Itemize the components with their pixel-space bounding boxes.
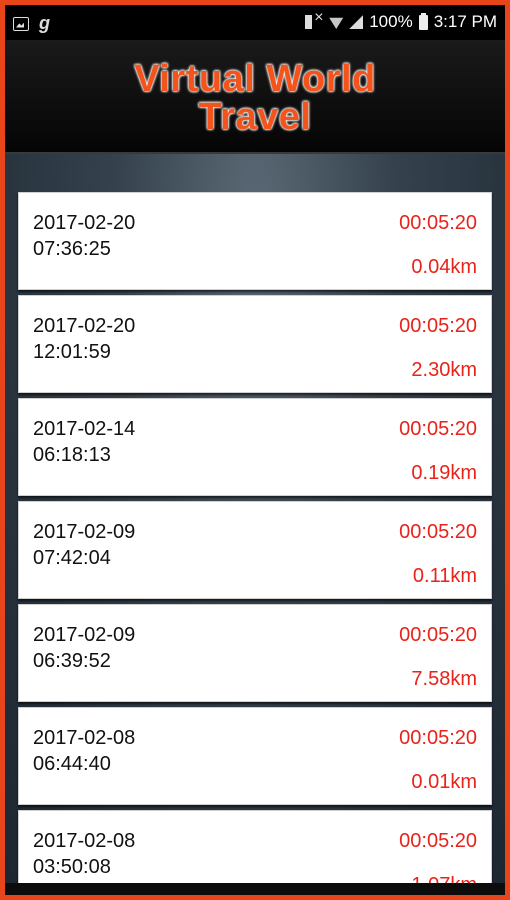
app-title: Virtual World Travel [5,60,505,136]
battery-percent: 100% [369,12,413,31]
trip-distance: 7.58km [411,668,477,690]
title-line-1: Virtual World [134,58,376,100]
trip-duration: 00:05:20 [399,418,477,440]
trip-card[interactable]: 2017-02-20 12:01:59 00:05:20 2.30km [18,295,492,393]
trip-list: 2017-02-20 07:36:25 00:05:20 0.04km 2017-02-… [18,192,492,895]
trip-card[interactable]: 2017-02-09 06:39:52 00:05:20 7.58km [18,604,492,702]
trip-time: 06:44:40 [33,753,111,775]
image-notification-icon [13,16,29,31]
trip-duration: 00:05:20 [399,315,477,337]
g-notification-icon: g [39,13,50,33]
status-bar: g 100% 3:17 PM [5,5,505,40]
trip-date: 2017-02-09 [33,624,136,646]
bottom-edge [5,883,505,895]
trip-duration: 00:05:20 [399,624,477,646]
trip-time: 06:18:13 [33,444,111,466]
trip-time: 12:01:59 [33,341,111,363]
trip-duration: 00:05:20 [399,521,477,543]
trip-distance: 0.11km [412,565,477,587]
trip-time: 06:39:52 [33,650,111,672]
trip-date: 2017-02-08 [33,830,136,852]
battery-icon [418,12,428,30]
trip-time: 07:36:25 [33,238,111,260]
trip-time: 03:50:08 [33,856,111,878]
trip-distance: 2.30km [411,359,477,381]
trip-duration: 00:05:20 [399,727,477,749]
trip-distance: 0.04km [411,256,477,278]
trip-date: 2017-02-20 [33,315,136,337]
app-header: Virtual World Travel [5,40,505,154]
trip-date: 2017-02-08 [33,727,136,749]
wifi-icon [329,17,344,29]
trip-duration: 00:05:20 [399,830,477,852]
mute-icon [305,9,324,29]
trip-date: 2017-02-20 [33,212,136,234]
trip-card[interactable]: 2017-02-08 06:44:40 00:05:20 0.01km [18,707,492,805]
app-frame: g 100% 3:17 PM Virtual World Travel 2017… [5,5,505,895]
trip-distance: 0.01km [411,771,477,793]
trip-card[interactable]: 2017-02-14 06:18:13 00:05:20 0.19km [18,398,492,496]
title-line-2: Travel [198,96,312,138]
status-time: 3:17 PM [433,12,497,31]
signal-icon [349,15,364,29]
trip-distance: 0.19km [411,462,477,484]
trip-date: 2017-02-14 [33,418,136,440]
trip-card[interactable]: 2017-02-20 07:36:25 00:05:20 0.04km [18,192,492,290]
trip-card[interactable]: 2017-02-09 07:42:04 00:05:20 0.11km [18,501,492,599]
trip-date: 2017-02-09 [33,521,136,543]
trip-duration: 00:05:20 [399,212,477,234]
trip-time: 07:42:04 [33,547,111,569]
trip-list-area: 2017-02-20 07:36:25 00:05:20 0.04km 2017-02-… [5,154,505,895]
